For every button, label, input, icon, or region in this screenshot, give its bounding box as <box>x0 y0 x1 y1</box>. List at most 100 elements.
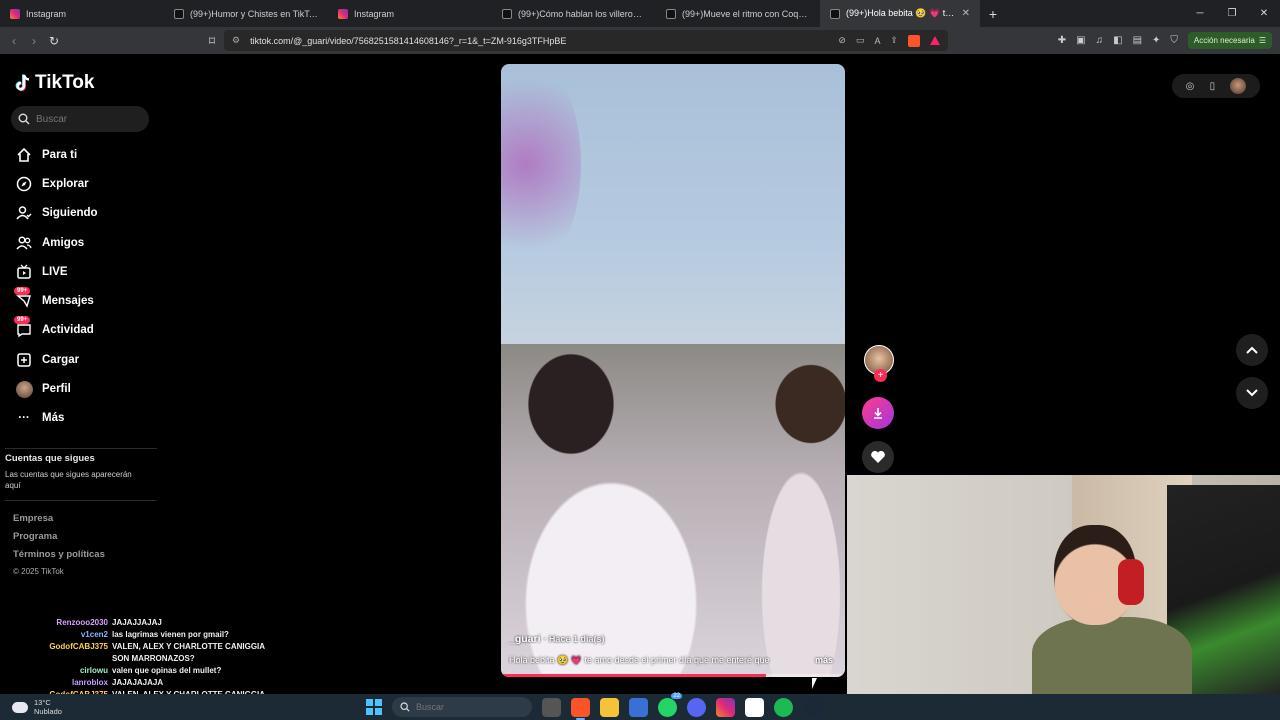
task-view-icon[interactable] <box>542 697 561 717</box>
spotify-icon[interactable] <box>774 697 793 717</box>
author-name[interactable]: _guari <box>509 633 541 645</box>
nav-item-actividad[interactable]: 99+ Actividad <box>14 316 98 345</box>
nav-label: Perfil <box>42 383 71 396</box>
logo-text: TikTok <box>35 72 95 93</box>
chevron-down-icon <box>1246 389 1258 397</box>
footer-link-programa[interactable]: Programa <box>13 531 105 549</box>
nav-item-live[interactable]: LIVE <box>14 257 98 286</box>
nav-label: Más <box>42 412 65 425</box>
nav-label: Cargar <box>42 353 80 366</box>
vpn-icon[interactable]: ⛉ <box>1170 35 1178 46</box>
tab-label: (99+)Humor y Chistes en TikTok | TikTok <box>190 8 318 19</box>
footer-link-empresa[interactable]: Empresa <box>13 513 105 531</box>
file-explorer-icon[interactable] <box>600 697 619 717</box>
activity-icon: 99+ <box>14 316 34 338</box>
microsoft-store-icon[interactable] <box>629 697 648 717</box>
browser-tab[interactable]: Instagram <box>0 0 164 27</box>
footer-link-terminos[interactable]: Términos y políticas <box>13 549 105 567</box>
maximize-icon[interactable]: ❐ <box>1216 0 1248 27</box>
brave-rewards-icon[interactable] <box>930 36 940 45</box>
brave-browser-icon[interactable] <box>571 697 590 720</box>
nav-item-para-ti[interactable]: Para ti <box>14 140 98 169</box>
upload-icon <box>14 352 34 368</box>
caption-more-button[interactable]: más <box>815 655 833 665</box>
creator-avatar[interactable]: + <box>864 345 894 382</box>
site-settings-icon[interactable]: ⚙ <box>232 35 240 46</box>
discord-icon[interactable] <box>687 697 706 717</box>
compass-icon <box>14 176 34 192</box>
brave-shields-icon[interactable] <box>908 34 920 47</box>
nav-item-perfil[interactable]: Perfil <box>14 374 98 403</box>
windows-start-icon[interactable] <box>366 699 382 715</box>
heart-icon <box>871 450 885 463</box>
nav-item-mas[interactable]: ··· Más <box>14 404 98 433</box>
chevron-up-icon <box>1246 346 1258 354</box>
browser-tab[interactable]: (99+)Mueve el ritmo con Coqueta y Tiktok <box>656 0 820 27</box>
chat-message: cirlowu valen que opinas del mullet? <box>0 665 300 677</box>
reload-icon[interactable]: ↻ <box>44 34 64 48</box>
taskbar-search-input[interactable] <box>416 702 516 712</box>
nav-label: Para ti <box>42 148 78 161</box>
device-icon[interactable]: ▯ <box>1210 81 1216 92</box>
action-needed-button[interactable]: Acción necesaria ☰ <box>1187 32 1272 49</box>
translate-icon[interactable]: A <box>874 36 880 46</box>
window-controls: ─ ❐ ✕ <box>1184 0 1280 27</box>
no-tracking-icon[interactable]: ⊘ <box>838 35 846 46</box>
chat-text: valen que opinas del mullet? <box>112 666 222 675</box>
user-avatar[interactable] <box>1230 78 1247 94</box>
chat-text: JAJAJAJAJA <box>112 678 164 687</box>
forward-icon[interactable]: › <box>24 34 44 48</box>
nav-item-explorar[interactable]: Explorar <box>14 169 98 198</box>
url-text[interactable]: tiktok.com/@_guari/video/756825158141460… <box>250 36 566 46</box>
browser-tab[interactable]: (99+)Humor y Chistes en TikTok | TikTok <box>164 0 328 27</box>
browser-tab[interactable]: (99+)Cómo hablan los villeros: Acting <box>492 0 656 27</box>
chat-message: v1cen2 las lagrimas vienen por gmail? <box>0 629 300 641</box>
nav-label: Explorar <box>42 177 89 190</box>
chat-user: v1cen2 <box>80 630 108 639</box>
share-icon[interactable]: ⇪ <box>890 35 898 46</box>
nav-item-cargar[interactable]: Cargar <box>14 345 98 374</box>
search-input[interactable] <box>36 113 136 125</box>
leo-ai-icon[interactable]: ✦ <box>1152 35 1160 46</box>
browser-tab-active[interactable]: (99+)Hola bebita 🥹 💗 te amo ✕ <box>820 0 980 27</box>
like-button[interactable] <box>862 441 894 473</box>
next-video-button[interactable] <box>1236 377 1268 409</box>
new-tab-button[interactable]: + <box>980 6 1006 22</box>
nav-item-siguiendo[interactable]: Siguiendo <box>14 199 98 228</box>
tab-close-icon[interactable]: ✕ <box>962 8 970 19</box>
wallet-card-icon[interactable]: ▤ <box>1133 35 1142 46</box>
tiktok-logo[interactable]: TikTok <box>15 72 94 94</box>
mouse-cursor <box>812 678 817 689</box>
coins-icon[interactable]: ◎ <box>1186 81 1195 92</box>
nav-item-amigos[interactable]: Amigos <box>14 228 98 257</box>
chat-user: cirlowu <box>79 666 108 675</box>
taskbar-search[interactable] <box>392 697 532 717</box>
download-button[interactable] <box>862 397 894 429</box>
weather-widget[interactable]: 13°C Nublado <box>12 694 62 720</box>
search-icon <box>400 702 410 712</box>
video-author[interactable]: _guari · Hace 1 día(s) <box>509 633 604 645</box>
cast-icon[interactable]: ▭ <box>856 35 865 46</box>
nav-item-mensajes[interactable]: 99+ Mensajes <box>14 286 98 315</box>
steam-icon[interactable] <box>803 697 822 717</box>
wallet-icon[interactable]: ▣ <box>1076 35 1085 46</box>
notion-icon[interactable] <box>745 697 764 717</box>
close-window-icon[interactable]: ✕ <box>1248 0 1280 27</box>
minimize-icon[interactable]: ─ <box>1184 0 1216 27</box>
previous-video-button[interactable] <box>1236 334 1268 366</box>
back-icon[interactable]: ‹ <box>4 34 24 48</box>
messages-badge: 99+ <box>14 287 31 296</box>
instagram-app-icon[interactable] <box>716 697 735 717</box>
search-box[interactable] <box>11 106 149 132</box>
follow-plus-icon[interactable]: + <box>874 369 887 382</box>
video-progress-bar[interactable] <box>501 674 845 677</box>
bookmark-icon[interactable]: ⌑ <box>202 34 222 48</box>
following-heading: Cuentas que sigues <box>5 453 95 464</box>
whatsapp-icon[interactable]: 22 <box>658 692 682 717</box>
url-field[interactable]: ⚙ tiktok.com/@_guari/video/7568251581414… <box>224 30 948 51</box>
music-icon[interactable]: ♫ <box>1096 35 1104 46</box>
extensions-icon[interactable]: ✚ <box>1058 35 1066 46</box>
browser-tab[interactable]: Instagram <box>328 0 492 27</box>
video-player[interactable]: _guari · Hace 1 día(s) Hola bebita 🥹 💗 t… <box>501 64 845 677</box>
sidebar-toggle-icon[interactable]: ◧ <box>1113 35 1122 46</box>
